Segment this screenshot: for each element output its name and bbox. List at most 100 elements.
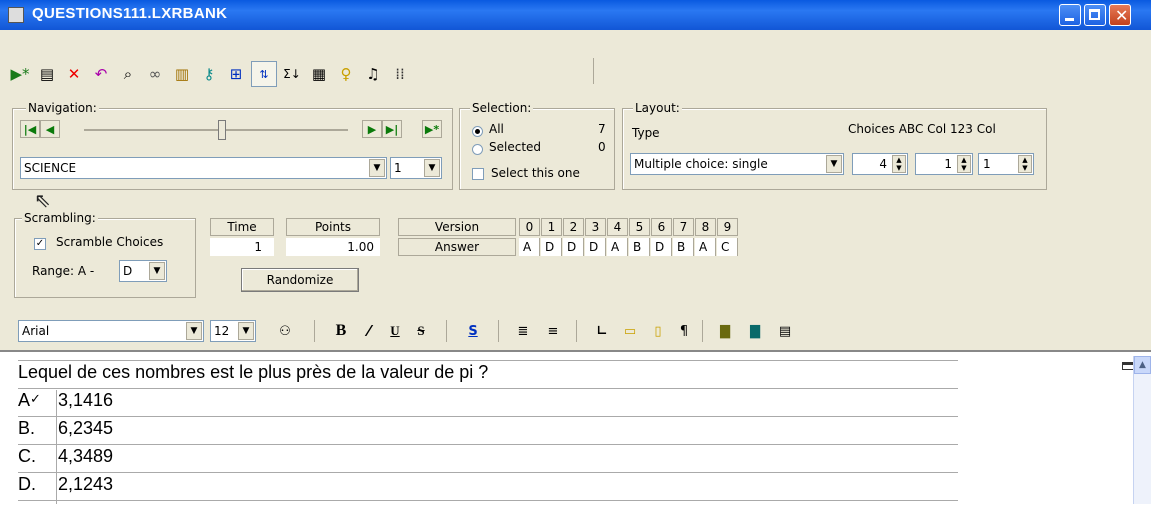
spellcheck-icon[interactable]: ⚇ [272,320,298,342]
previous-record-button[interactable]: ◀ [40,120,60,138]
choice-row[interactable]: D. 2,1243 [18,474,113,495]
next-record-button[interactable]: ▶ [362,120,382,138]
key-icon[interactable]: ⚷ [197,62,221,86]
spinner-arrows-icon[interactable]: ▲ ▼ [1018,155,1032,173]
chevron-down-icon[interactable]: ▼ [238,322,254,340]
version-answer-9[interactable]: C [717,238,738,256]
version-header: Version [398,218,516,236]
find-icon[interactable]: ⌕ [116,62,140,86]
choice-text[interactable]: 2,1243 [58,474,113,495]
link-icon[interactable]: ∞ [143,62,167,86]
selected-radio[interactable] [472,144,483,155]
choice-text[interactable]: 4,3489 [58,446,113,467]
choice-letter: A [18,390,31,410]
spinner-arrows-icon[interactable]: ▲ ▼ [957,155,971,173]
app-icon [8,7,24,23]
record-slider-track[interactable] [84,129,348,131]
clear-format-icon[interactable]: ▤ [772,320,798,342]
version-answer-5[interactable]: B [629,238,650,256]
chevron-down-icon[interactable]: ▼ [424,159,440,177]
randomize-button[interactable]: Randomize [241,268,359,292]
version-answer-1[interactable]: D [541,238,562,256]
font-select[interactable]: Arial ▼ [18,320,204,342]
chevron-down-icon[interactable]: ▼ [186,322,202,340]
choices-spinner[interactable]: 4 ▲ ▼ [852,153,908,175]
bulb-icon[interactable]: ♀ [334,62,358,86]
paragraph-icon[interactable]: ¶ [672,320,696,342]
version-answer-6[interactable]: D [651,238,672,256]
all-radio[interactable] [472,126,483,137]
close-button[interactable]: ✕ [1109,4,1131,26]
scramble-choices-checkbox[interactable]: ✓ [34,238,46,250]
ruler-icon[interactable]: ▭ [618,320,642,342]
choice-row[interactable]: C. 4,3489 [18,446,113,467]
vertical-scrollbar[interactable]: ▲ [1133,356,1151,504]
text-color-icon[interactable]: ▇ [742,320,768,342]
range-select[interactable]: D ▼ [119,260,167,282]
list-icon[interactable]: ▤ [35,62,59,86]
format-separator [314,320,315,342]
selection-legend: Selection: [470,101,534,115]
choice-letter: C. [18,446,36,466]
range-value: D [123,264,133,278]
type-label: Type [632,126,660,140]
version-number-2: 2 [563,218,584,236]
num-col-spinner[interactable]: 1 ▲ ▼ [978,153,1034,175]
delete-icon[interactable]: ✕ [62,62,86,86]
scrambling-legend: Scrambling: [22,211,98,225]
add-record-icon[interactable]: ▶* [8,62,32,86]
version-answer-8[interactable]: A [695,238,716,256]
choice-row[interactable]: B. 6,2345 [18,418,113,439]
form-icon[interactable]: ▦ [307,62,331,86]
abc-col-spinner[interactable]: 1 ▲ ▼ [915,153,973,175]
choice-text[interactable]: 6,2345 [58,418,113,439]
grid-icon[interactable]: ⊞ [224,62,248,86]
category-select[interactable]: SCIENCE ▼ [20,157,387,179]
music-icon[interactable]: ♫ [361,62,385,86]
font-size-select[interactable]: 12 ▼ [210,320,256,342]
spinner-arrows-icon[interactable]: ▲ ▼ [892,155,906,173]
question-type-select[interactable]: Multiple choice: single ▼ [630,153,844,175]
version-answer-2[interactable]: D [563,238,584,256]
book-icon[interactable]: ▥ [170,62,194,86]
column-icon[interactable]: ▯ [646,320,670,342]
chevron-down-icon[interactable]: ▼ [369,159,385,177]
subscript-icon[interactable]: S [458,320,488,342]
minimize-button[interactable] [1059,4,1081,26]
last-record-button[interactable]: ▶| [382,120,402,138]
scroll-up-icon[interactable]: ▲ [1134,356,1151,374]
version-answer-0[interactable]: A [519,238,540,256]
points-value[interactable]: 1.00 [286,238,380,256]
choice-row[interactable]: A✓ 3,1416 [18,390,113,411]
chevron-down-icon[interactable]: ▼ [826,155,842,173]
time-value[interactable]: 1 [210,238,274,256]
layout-legend: Layout: [633,101,682,115]
dots-icon[interactable]: ⁞⁞ [388,62,412,86]
question-text[interactable]: Lequel de ces nombres est le plus près d… [18,362,488,383]
highlight-color-icon[interactable]: ▇ [712,320,738,342]
align-justify-icon[interactable]: ≡ [540,320,566,342]
select-this-one-checkbox[interactable] [472,168,484,180]
record-slider-thumb[interactable] [218,120,226,140]
sum-icon[interactable]: Σ↓ [280,62,304,86]
bold-icon[interactable]: B [328,320,354,342]
new-record-button[interactable]: ▶* [422,120,442,138]
navigation-legend: Navigation: [26,101,99,115]
num-col-value: 1 [983,157,991,171]
undo-icon[interactable]: ↶ [89,62,113,86]
version-answer-4[interactable]: A [607,238,628,256]
version-answer-7[interactable]: B [673,238,694,256]
version-answer-3[interactable]: D [585,238,606,256]
align-left-icon[interactable]: ≣ [510,320,536,342]
choice-text[interactable]: 3,1416 [58,390,113,411]
maximize-button[interactable] [1084,4,1106,26]
answer-header: Answer [398,238,516,256]
underline-icon[interactable]: U [382,320,408,342]
strikethrough-icon[interactable]: S [408,320,434,342]
first-record-button[interactable]: |◀ [20,120,40,138]
chevron-down-icon[interactable]: ▼ [149,262,165,280]
sort-icon[interactable]: ⇅ [251,61,277,87]
question-number-select[interactable]: 1 ▼ [390,157,442,179]
italic-icon[interactable]: ⁄ [356,320,382,342]
indent-icon[interactable]: ∟ [590,320,614,342]
